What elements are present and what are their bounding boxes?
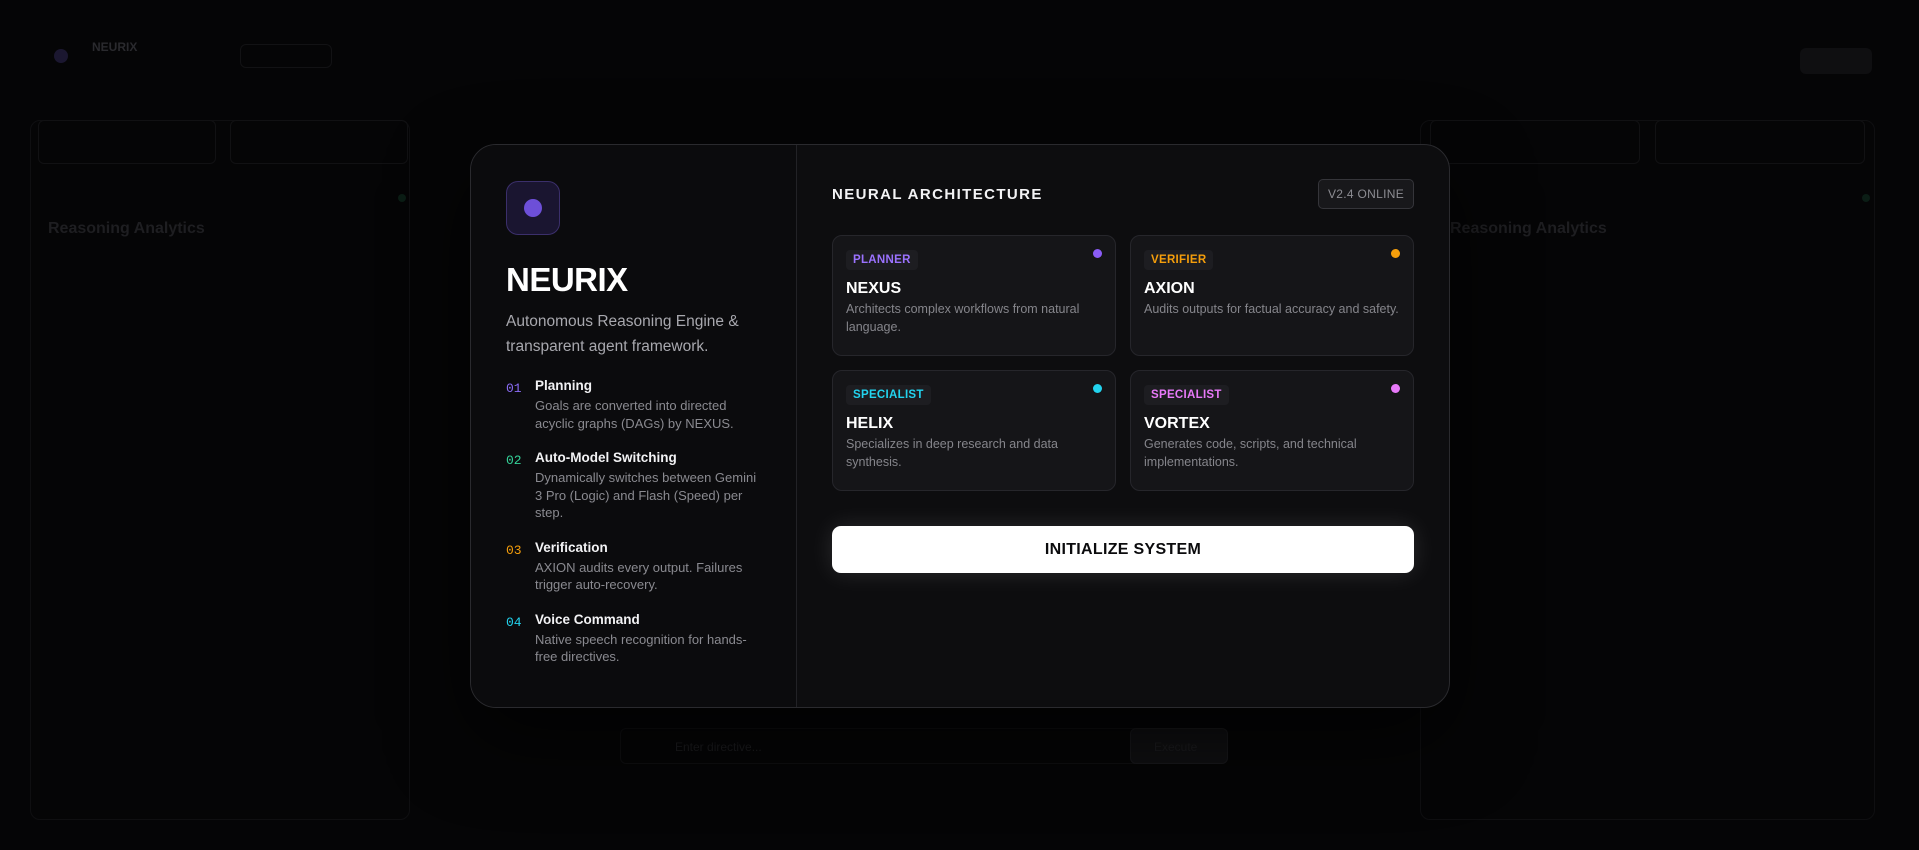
feature-description: Dynamically switches between Gemini 3 Pr… — [535, 470, 757, 520]
agent-description: Audits outputs for factual accuracy and … — [1144, 302, 1399, 316]
tab-left-2[interactable] — [230, 120, 408, 164]
agent-name: AXION — [1144, 280, 1195, 297]
agent-grid: PLANNER NEXUS Architects complex workflo… — [832, 235, 1414, 491]
agent-role-badge: SPECIALIST — [1144, 385, 1229, 405]
status-dot-icon — [1093, 384, 1102, 393]
feature-item: 02 Auto-Model Switching Dynamically swit… — [506, 449, 762, 522]
tab-right-2[interactable] — [1655, 120, 1865, 164]
status-dot-icon — [1093, 249, 1102, 258]
header-action-button[interactable] — [1800, 48, 1872, 74]
feature-item: 03 Verification AXION audits every outpu… — [506, 539, 762, 594]
agent-description: Architects complex workflows from natura… — [846, 302, 1080, 334]
feature-number: 02 — [506, 453, 522, 468]
modal-intro-panel: NEURIX Autonomous Reasoning Engine & tra… — [471, 145, 797, 707]
logo-dot-icon — [524, 199, 542, 217]
version-badge: V2.4 ONLINE — [1318, 179, 1414, 209]
feature-item: 04 Voice Command Native speech recogniti… — [506, 611, 762, 666]
feature-title: Auto-Model Switching — [535, 450, 677, 465]
status-dot-icon — [1391, 249, 1400, 258]
feature-description: AXION audits every output. Failures trig… — [535, 559, 743, 593]
section-title: NEURAL ARCHITECTURE — [832, 185, 1043, 203]
feature-title: Verification — [535, 539, 608, 555]
agent-card-helix: SPECIALIST HELIX Specializes in deep res… — [832, 370, 1116, 491]
panel-title-right: Reasoning Analytics — [1450, 220, 1607, 237]
agent-role-badge: VERIFIER — [1144, 250, 1214, 270]
directive-input-placeholder: Enter directive... — [675, 740, 762, 754]
architecture-panel: NEURAL ARCHITECTURE V2.4 ONLINE PLANNER … — [797, 145, 1449, 707]
feature-item: 01 Planning Goals are converted into dir… — [506, 377, 762, 432]
agent-name: NEXUS — [846, 280, 902, 297]
status-dot-icon — [1391, 384, 1400, 393]
feature-title: Planning — [535, 378, 592, 393]
feature-list: 01 Planning Goals are converted into dir… — [506, 377, 762, 666]
feature-number: 04 — [506, 614, 522, 630]
execute-button-label: Execute — [1154, 740, 1198, 754]
agent-description: Specializes in deep research and data sy… — [846, 437, 1058, 469]
agent-description: Generates code, scripts, and technical i… — [1144, 437, 1357, 469]
model-selector[interactable] — [240, 44, 332, 68]
status-dot-right — [1862, 194, 1870, 202]
feature-description: Native speech recognition for hands-free… — [535, 631, 747, 665]
app-title: NEURIX — [92, 40, 138, 54]
agent-role-badge: SPECIALIST — [846, 385, 931, 405]
initialize-system-button[interactable]: INITIALIZE SYSTEM — [832, 526, 1414, 573]
feature-number: 03 — [506, 542, 522, 558]
feature-number: 01 — [506, 381, 522, 396]
feature-description: Goals are converted into directed acycli… — [535, 398, 734, 431]
welcome-modal: NEURIX Autonomous Reasoning Engine & tra… — [470, 144, 1450, 708]
tab-left-1[interactable] — [38, 120, 216, 164]
brand-title: NEURIX — [506, 261, 628, 298]
agent-card-vortex: SPECIALIST VORTEX Generates code, script… — [1130, 370, 1414, 491]
agent-role-badge: PLANNER — [846, 250, 918, 270]
agent-card-axion: VERIFIER AXION Audits outputs for factua… — [1130, 235, 1414, 356]
app-logo-icon — [54, 49, 68, 63]
agent-name: VORTEX — [1144, 415, 1210, 432]
agent-card-nexus: PLANNER NEXUS Architects complex workflo… — [832, 235, 1116, 356]
tab-right-1[interactable] — [1430, 120, 1640, 164]
agent-name: HELIX — [846, 415, 894, 432]
feature-title: Voice Command — [535, 611, 640, 627]
panel-title-left: Reasoning Analytics — [48, 220, 205, 237]
neurix-logo — [506, 181, 560, 235]
status-dot-left — [398, 194, 406, 202]
brand-tagline: Autonomous Reasoning Engine & transparen… — [506, 313, 739, 355]
